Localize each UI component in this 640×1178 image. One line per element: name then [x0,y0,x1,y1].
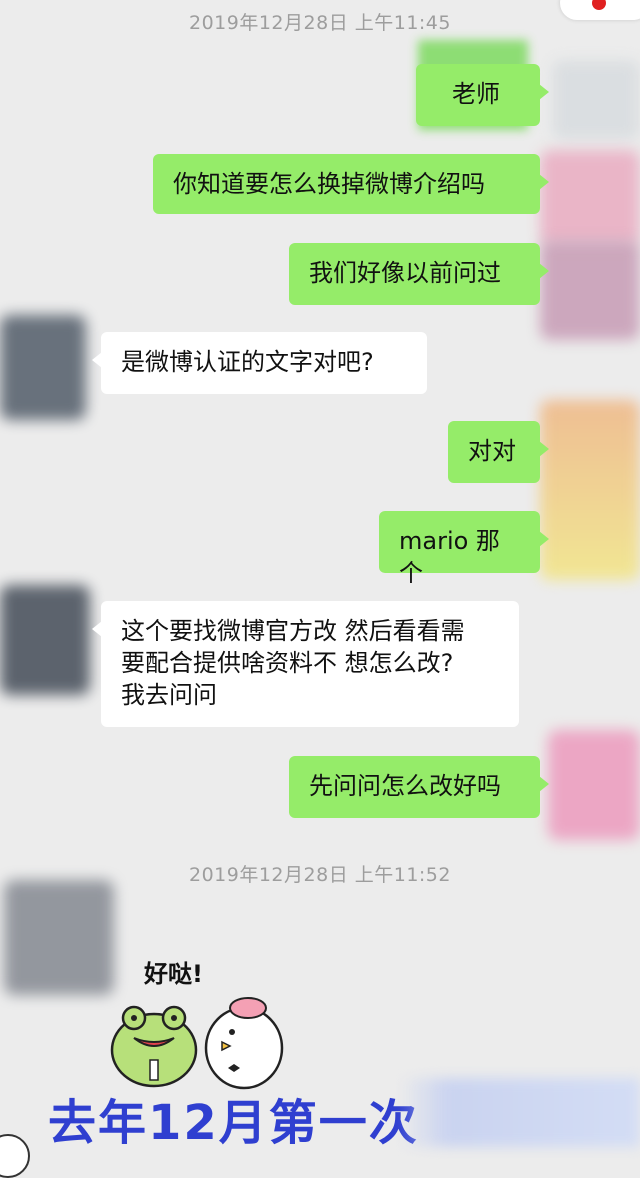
message-text-line: 要配合提供啥资料不 想怎么改? [121,649,454,677]
received-message-bubble[interactable]: 是微博认证的文字对吧? [92,332,427,394]
corner-circle-icon [0,1134,30,1178]
sent-message-bubble[interactable]: 老师 [416,64,549,126]
received-message-bubble[interactable]: 这个要找微博官方改 然后看看需 要配合提供啥资料不 想怎么改? 我去问问 [92,601,519,727]
caption-blur-overlay [400,1078,640,1147]
sender-avatar [548,730,640,840]
sender-avatar [540,240,640,340]
sent-message-bubble[interactable]: 你知道要怎么换掉微博介绍吗 [153,154,549,214]
sent-message-bubble[interactable]: 对对 [448,421,549,483]
receiver-avatar [4,880,114,995]
message-timestamp: 2019年12月28日 上午11:45 [188,12,451,34]
frog-chicken-sticker[interactable]: 好哒! [104,950,294,1090]
message-text-line: 这个要找微博官方改 然后看看需 [121,617,465,645]
receiver-avatar [0,585,90,695]
sender-avatar [552,60,640,140]
message-text: 你知道要怎么换掉微博介绍吗 [173,170,485,198]
sent-message-bubble[interactable]: mario 那个 [379,511,549,587]
sent-message-bubble[interactable]: 我们好像以前问过 [289,243,549,305]
sent-message-bubble[interactable]: 先问问怎么改好吗 [289,756,549,818]
sticker-text: 好哒! [144,960,203,988]
receiver-avatar [0,315,86,420]
overlay-caption: 去年12月第一次 [48,1095,419,1151]
message-text: mario 那个 [399,527,500,587]
message-text: 是微博认证的文字对吧? [121,348,374,376]
sender-avatar [540,400,640,580]
sender-avatar [540,150,640,245]
message-text-line: 我去问问 [121,681,217,709]
message-text: 老师 [452,80,500,108]
message-text: 我们好像以前问过 [309,259,501,287]
message-text: 先问问怎么改好吗 [309,772,501,800]
message-timestamp: 2019年12月28日 上午11:52 [188,864,451,886]
message-text: 对对 [468,437,516,465]
